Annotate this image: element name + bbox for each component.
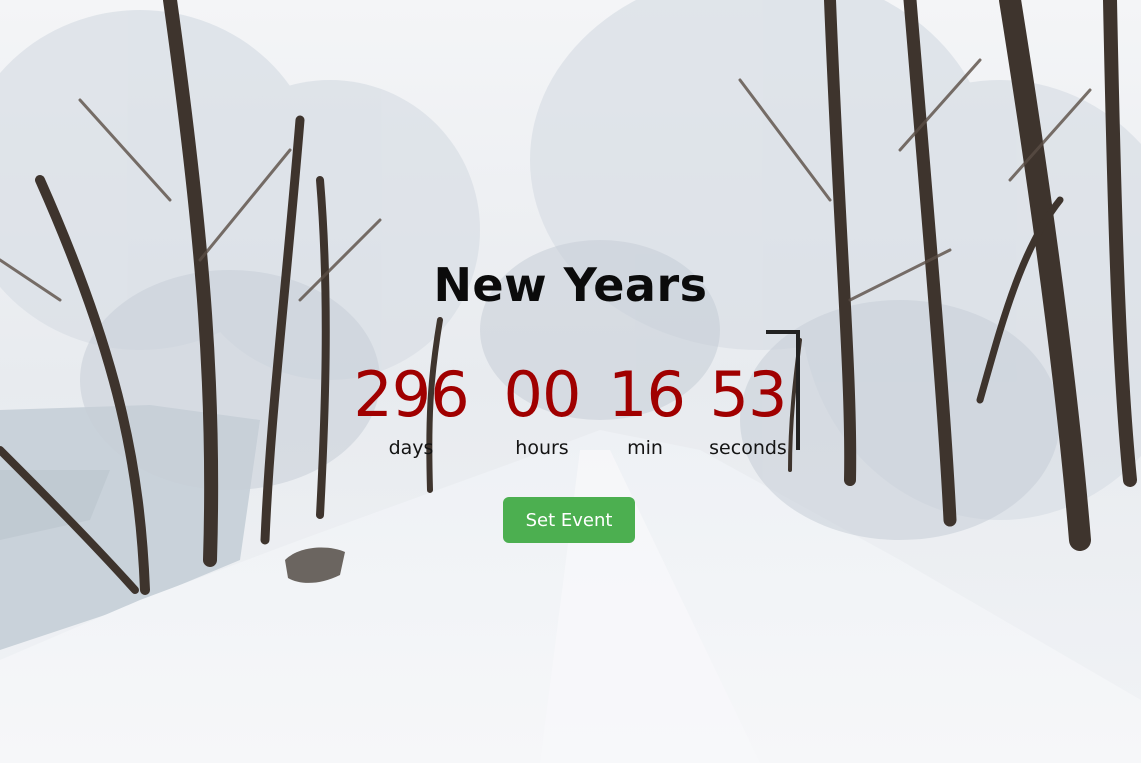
- days-value: 296: [353, 358, 469, 431]
- event-title: New Years: [433, 258, 708, 312]
- countdown-hours: 00 hours: [500, 358, 584, 459]
- countdown-container: New Years 296 days 00 hours 16 min 53 se…: [0, 0, 1141, 763]
- hours-value: 00: [503, 358, 582, 431]
- seconds-value: 53: [709, 358, 788, 431]
- countdown-timer: 296 days 00 hours 16 min 53 seconds: [0, 358, 1141, 468]
- seconds-label: seconds: [709, 437, 787, 459]
- countdown-seconds: 53 seconds: [700, 358, 796, 459]
- minutes-label: min: [627, 437, 663, 459]
- minutes-value: 16: [608, 358, 686, 431]
- set-event-button[interactable]: Set Event: [503, 497, 635, 543]
- days-label: days: [388, 437, 434, 459]
- countdown-days: 296 days: [352, 358, 470, 459]
- countdown-minutes: 16 min: [608, 358, 686, 459]
- hours-label: hours: [515, 437, 569, 459]
